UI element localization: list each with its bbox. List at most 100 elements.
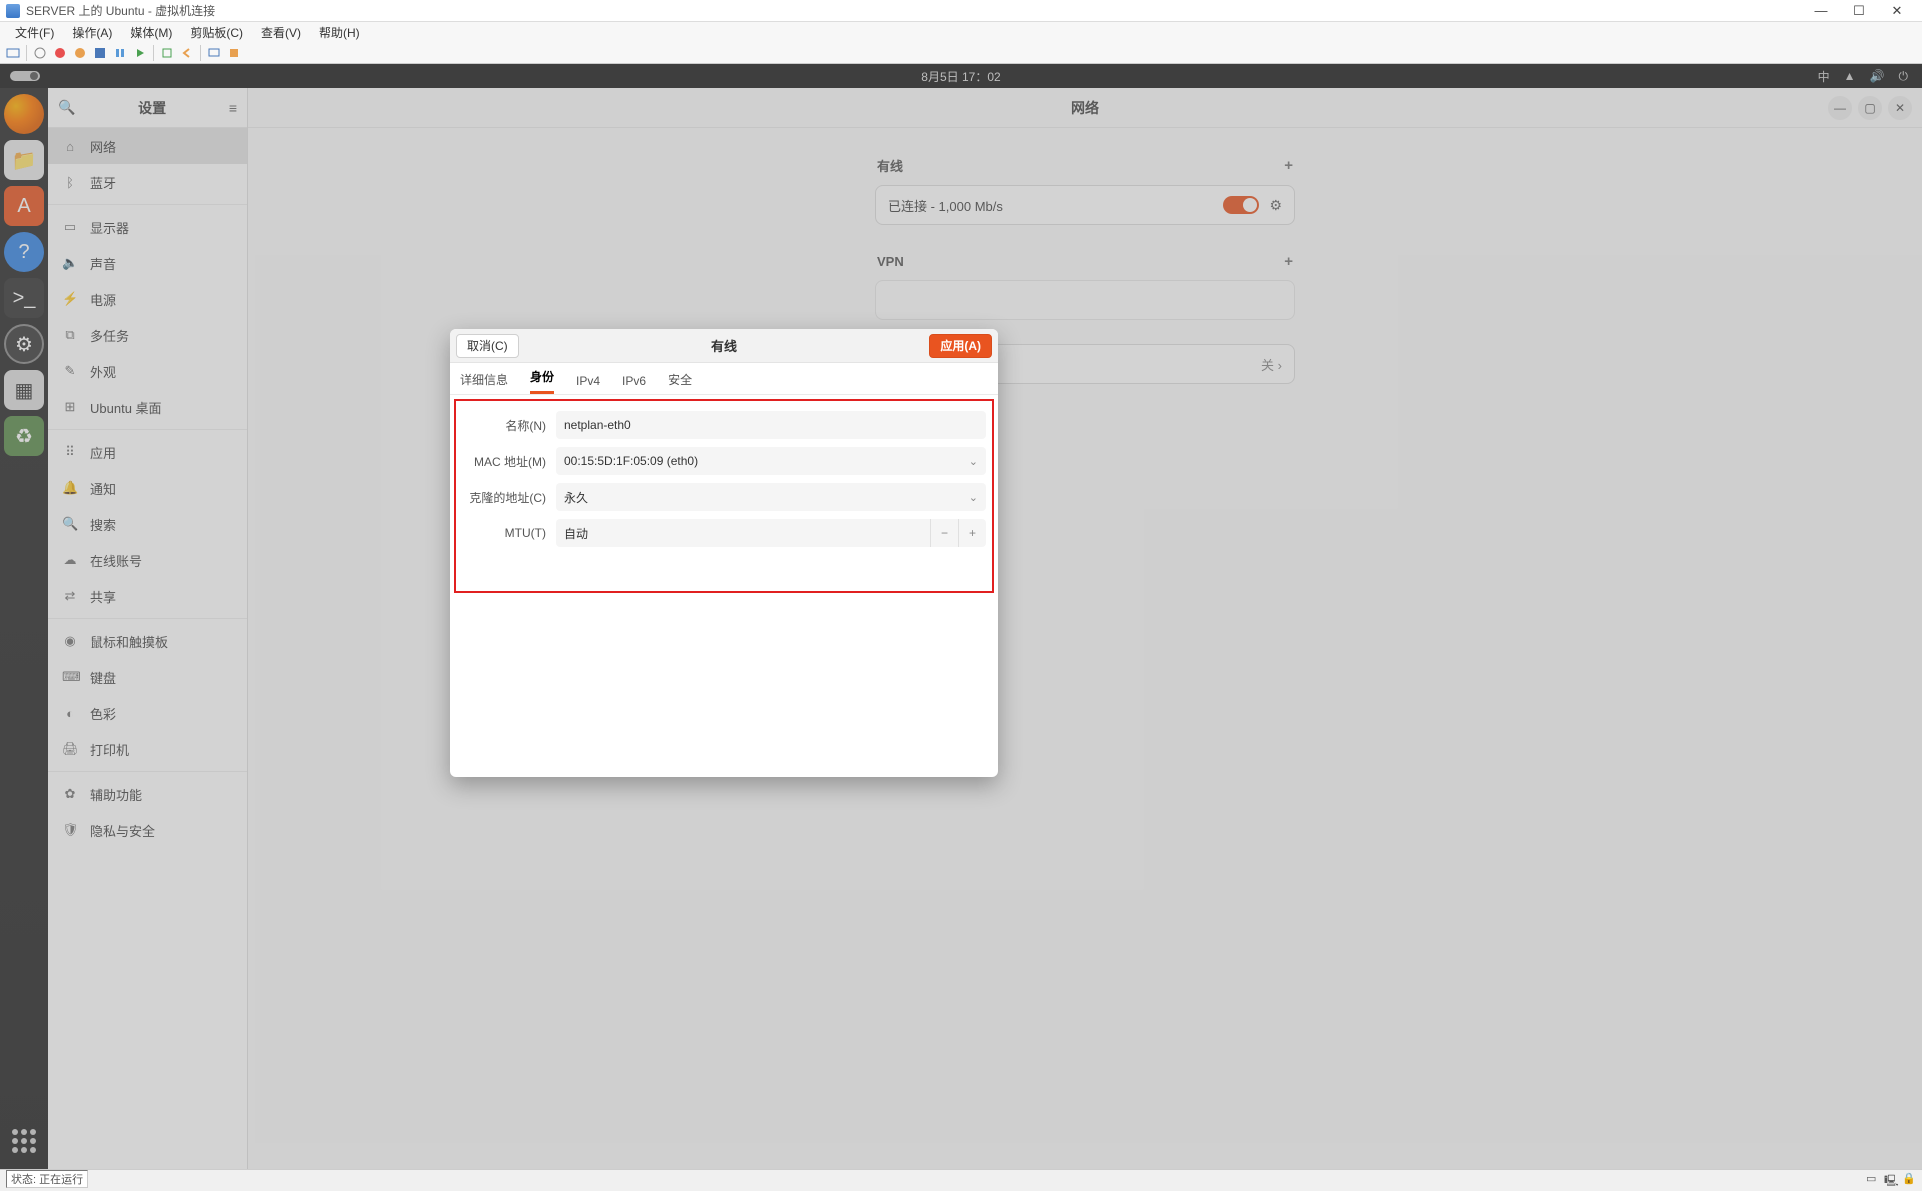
sidebar-item-label: 共享 (90, 587, 116, 606)
activities-button[interactable] (10, 71, 40, 81)
dialog-tab[interactable]: IPv4 (576, 374, 600, 394)
menu-media[interactable]: 媒体(M) (121, 22, 181, 43)
sidebar-item[interactable]: ⠿ 应用 (48, 434, 247, 470)
dialog-tab[interactable]: 身份 (530, 368, 554, 394)
sidebar-item[interactable]: 🔈声音 (48, 245, 247, 281)
add-vpn-button[interactable]: + (1284, 253, 1293, 270)
dock-terminal[interactable]: >_ (4, 278, 44, 318)
tb-turnoff[interactable] (51, 44, 69, 62)
power-icon[interactable]: ⏻ (1899, 69, 1909, 84)
wired-toggle[interactable] (1223, 196, 1259, 214)
dock-trash[interactable]: ♻ (4, 416, 44, 456)
win-minimize[interactable]: — (1828, 96, 1852, 120)
sidebar-item[interactable]: ⌂网络 (48, 128, 247, 164)
sidebar-item-label: 应用 (90, 443, 116, 462)
dialog-tab[interactable]: IPv6 (622, 374, 646, 394)
hyperv-title: SERVER 上的 Ubuntu - 虚拟机连接 (26, 2, 1802, 19)
volume-icon[interactable]: 🔊 (1870, 69, 1885, 83)
mac-select[interactable]: 00:15:5D:1F:05:09 (eth0)⌄ (556, 447, 986, 475)
dock-help[interactable]: ? (4, 232, 44, 272)
dialog-tab[interactable]: 安全 (668, 371, 692, 394)
tb-reset[interactable] (131, 44, 149, 62)
tb-revert[interactable] (178, 44, 196, 62)
menu-help[interactable]: 帮助(H) (310, 22, 369, 43)
cancel-button[interactable]: 取消(C) (456, 334, 519, 358)
sidebar-item-icon: ⠿ (62, 444, 78, 460)
win-maximize[interactable]: ▢ (1858, 96, 1882, 120)
sidebar-item[interactable]: ✿辅助功能 (48, 776, 247, 812)
sidebar-item-icon: ⇄ (62, 588, 78, 604)
dock-files[interactable]: 📁 (4, 140, 44, 180)
dock-additional[interactable]: ▦ (4, 370, 44, 410)
sidebar-item[interactable]: ⊞Ubuntu 桌面 (48, 389, 247, 425)
sidebar-item-icon: ⌂ (62, 139, 78, 154)
window-close[interactable]: ✕ (1878, 3, 1916, 19)
menu-clipboard[interactable]: 剪贴板(C) (181, 22, 252, 43)
apply-button[interactable]: 应用(A) (929, 334, 992, 358)
network-icon[interactable]: ▲ (1844, 69, 1856, 83)
sidebar-item-icon: 🛡 (62, 822, 78, 838)
mtu-decrease[interactable]: − (930, 519, 958, 547)
mtu-stepper[interactable]: 自动 − + (556, 519, 986, 547)
add-wired-button[interactable]: + (1284, 157, 1293, 174)
sidebar-item-icon: ◉ (62, 633, 78, 649)
menu-action[interactable]: 操作(A) (63, 22, 121, 43)
sidebar-item-icon: ⚡ (62, 291, 78, 307)
sidebar-item[interactable]: ◐色彩 (48, 695, 247, 731)
sidebar-title: 设置 (75, 98, 228, 118)
sidebar-item-icon: ᛒ (62, 175, 78, 190)
clock[interactable]: 8月5日 17：02 (921, 68, 1000, 85)
sidebar-item[interactable]: ◉ 鼠标和触摸板 (48, 623, 247, 659)
window-minimize[interactable]: — (1802, 3, 1840, 18)
sidebar-item[interactable]: 🖨打印机 (48, 731, 247, 767)
ubuntu-dock: 📁 A ? >_ ⚙ ▦ ♻ (0, 88, 48, 1169)
name-input[interactable]: netplan-eth0 (556, 411, 986, 439)
tb-pause[interactable] (111, 44, 129, 62)
sidebar-item[interactable]: ⇄ 共享 (48, 578, 247, 614)
cloned-select[interactable]: 永久⌄ (556, 483, 986, 511)
dock-firefox[interactable] (4, 94, 44, 134)
tb-save[interactable] (91, 44, 109, 62)
dock-show-apps[interactable] (4, 1121, 44, 1161)
sidebar-item-label: 鼠标和触摸板 (90, 632, 168, 651)
tb-start[interactable] (31, 44, 49, 62)
tb-enhanced[interactable] (205, 44, 223, 62)
win-close[interactable]: ✕ (1888, 96, 1912, 120)
sidebar-item-icon: 🔍 (62, 516, 78, 532)
dialog-header: 取消(C) 有线 应用(A) (450, 329, 998, 363)
sidebar-item[interactable]: ☁在线账号 (48, 542, 247, 578)
field-cloned: 克隆的地址(C) 永久⌄ (462, 483, 986, 511)
dock-software[interactable]: A (4, 186, 44, 226)
ime-indicator[interactable]: 中 (1818, 68, 1830, 85)
tb-shutdown[interactable] (71, 44, 89, 62)
dialog-tab[interactable]: 详细信息 (460, 371, 508, 394)
tb-checkpoint[interactable] (158, 44, 176, 62)
main-title: 网络 (1071, 98, 1099, 118)
search-icon[interactable]: 🔍 (58, 99, 75, 116)
annotation-highlight: 名称(N) netplan-eth0 MAC 地址(M) 00:15:5D:1F… (454, 399, 994, 593)
sidebar-item-icon: 🖨 (62, 741, 78, 757)
ubuntu-top-panel: 8月5日 17：02 中 ▲ 🔊 ⏻ (0, 64, 1922, 88)
sidebar-item-label: 蓝牙 (90, 173, 116, 192)
tb-share[interactable] (225, 44, 243, 62)
sidebar-item[interactable]: ⧉多任务 (48, 317, 247, 353)
sidebar-item[interactable]: ⚡电源 (48, 281, 247, 317)
sidebar-item[interactable]: ▭显示器 (48, 209, 247, 245)
wired-settings-icon[interactable]: ⚙ (1269, 197, 1282, 214)
dialog-tabs: 详细信息身份 IPv4 IPv6 安全 (450, 363, 998, 395)
sidebar-item[interactable]: 🛡隐私与安全 (48, 812, 247, 848)
dock-settings[interactable]: ⚙ (4, 324, 44, 364)
sidebar-item-label: 显示器 (90, 218, 129, 237)
mtu-increase[interactable]: + (958, 519, 986, 547)
sidebar-item[interactable]: 🔍搜索 (48, 506, 247, 542)
menu-file[interactable]: 文件(F) (6, 22, 63, 43)
sidebar-item[interactable]: ⌨键盘 (48, 659, 247, 695)
sidebar-item[interactable]: ✎外观 (48, 353, 247, 389)
sidebar-item[interactable]: ᛒ 蓝牙 (48, 164, 247, 200)
sidebar-item[interactable]: 🔔通知 (48, 470, 247, 506)
tb-ctrl-alt-del[interactable] (4, 44, 22, 62)
window-maximize[interactable]: ☐ (1840, 3, 1878, 19)
menu-icon[interactable]: ≡ (229, 100, 237, 116)
menu-view[interactable]: 查看(V) (252, 22, 310, 43)
system-tray[interactable]: 中 ▲ 🔊 ⏻ (1818, 68, 1922, 85)
